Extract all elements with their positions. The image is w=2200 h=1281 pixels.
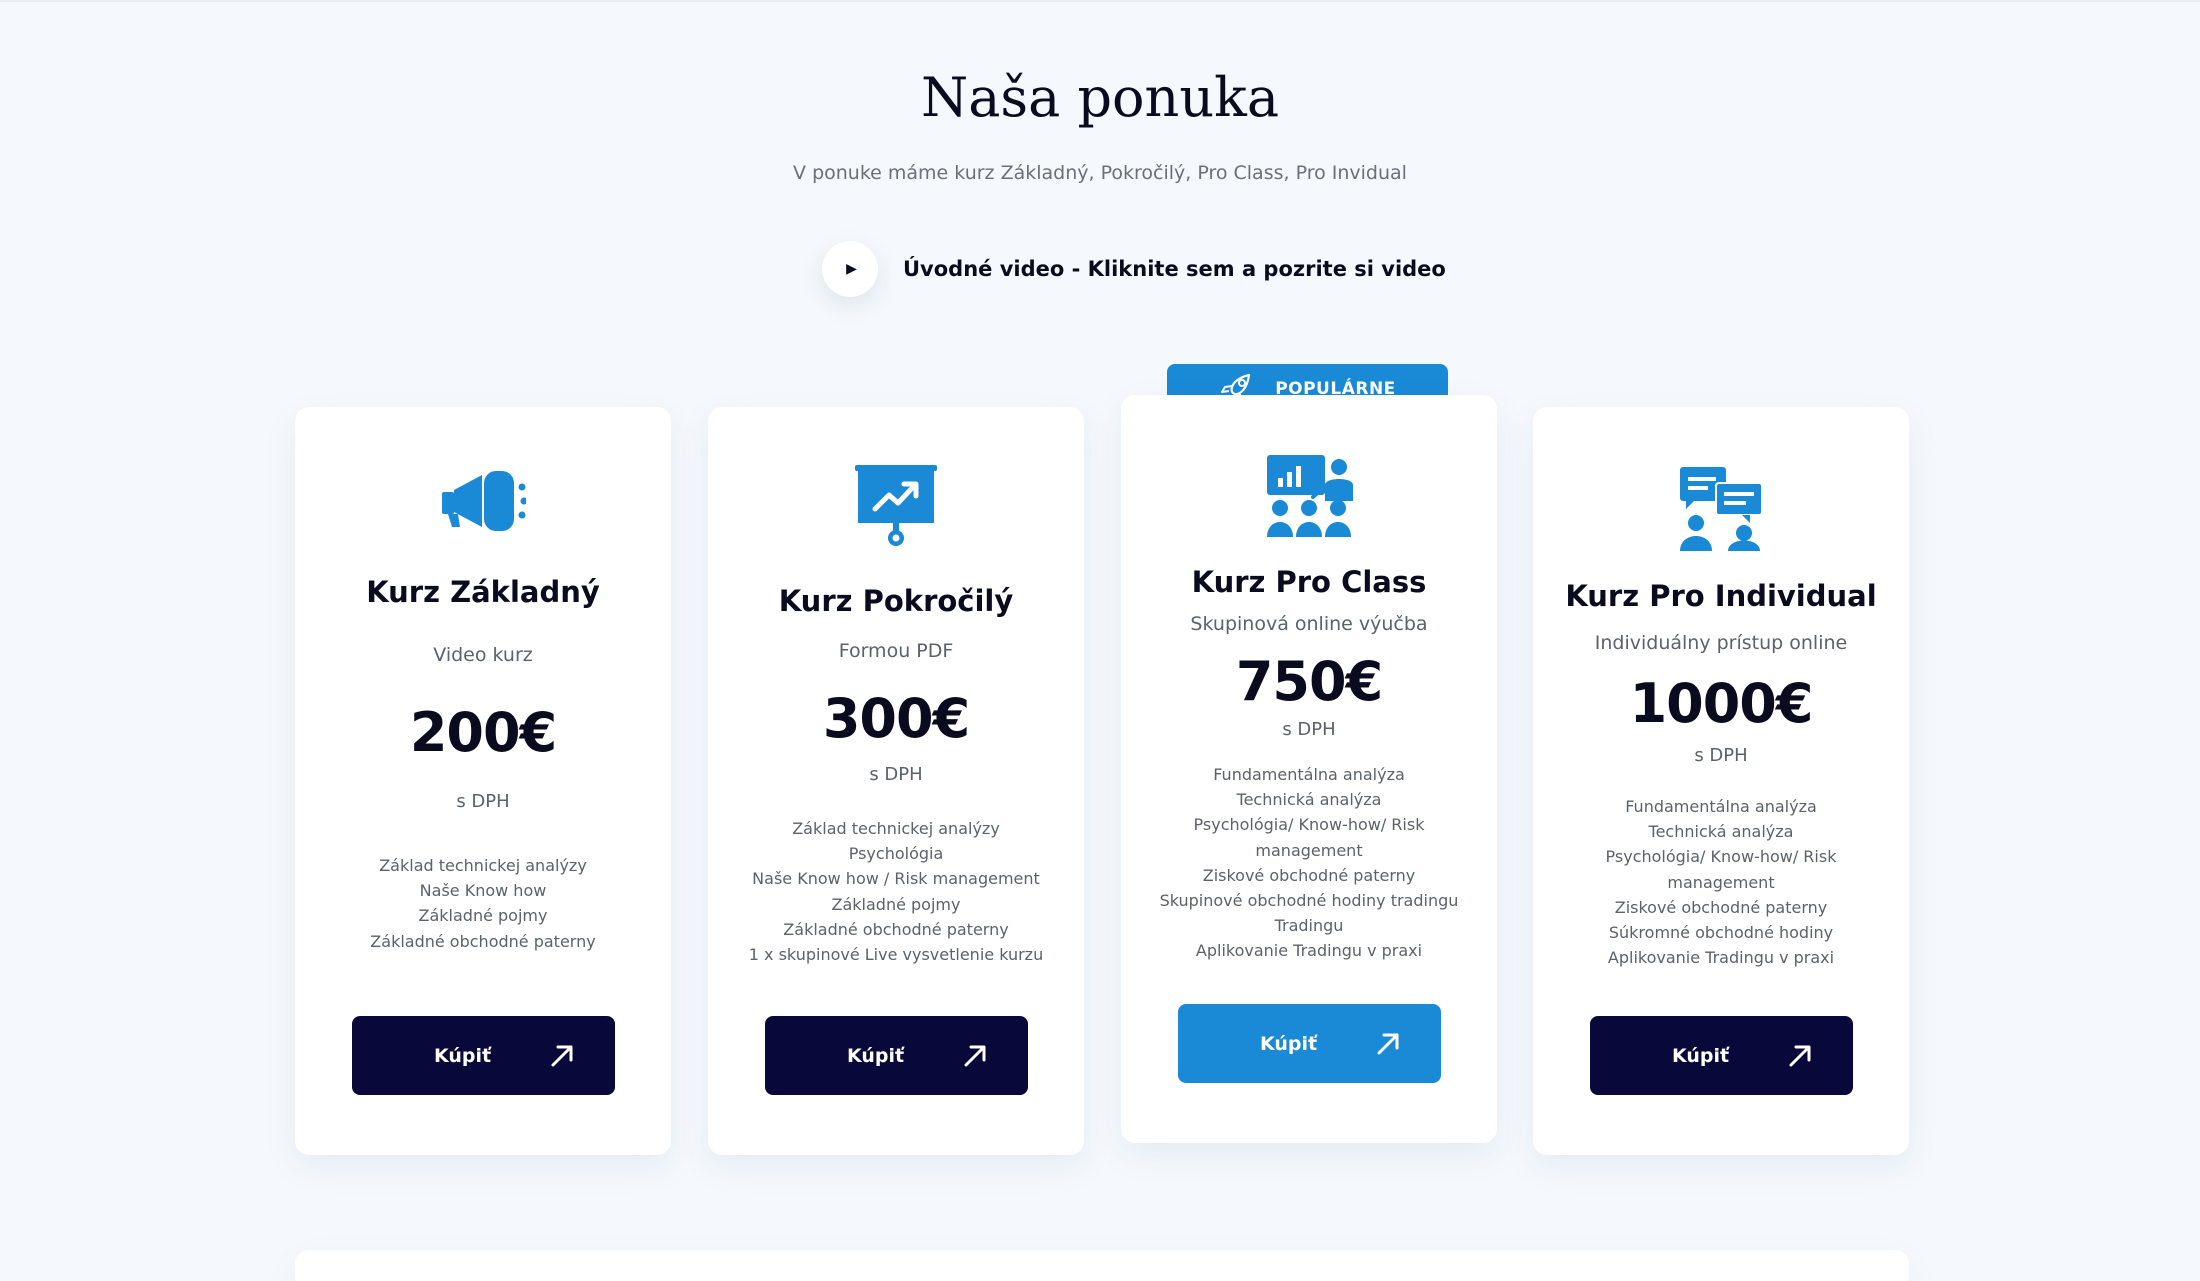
feature-item: Základ technickej analýzy	[792, 819, 1000, 838]
feature-list: Fundamentálna analýza Technická analýza …	[1121, 762, 1497, 964]
arrow-up-right-icon	[1375, 1031, 1401, 1057]
card-tax-note: s DPH	[1694, 745, 1748, 766]
buy-button-label: Kúpiť	[847, 1044, 905, 1067]
section-subtitle: V ponuke máme kurz Základný, Pokročilý, …	[793, 162, 1407, 184]
pricing-card-zakladny: Kurz Základný Video kurz 200€ s DPH Zákl…	[295, 407, 671, 1155]
arrow-up-right-icon	[1787, 1043, 1813, 1069]
card-subtitle: Skupinová online výučba	[1190, 613, 1428, 635]
buy-button-label: Kúpiť	[434, 1044, 492, 1067]
card-title: Kurz Pro Class	[1191, 565, 1427, 599]
pricing-card-pokrocily: Kurz Pokročilý Formou PDF 300€ s DPH Zák…	[708, 407, 1084, 1155]
buy-button-label: Kúpiť	[1672, 1044, 1730, 1067]
card-price: 200€	[409, 701, 557, 764]
card-title: Kurz Pro Individual	[1565, 579, 1877, 613]
card-price: 300€	[822, 687, 970, 750]
feature-item: Ziskové obchodné paterny	[1614, 897, 1828, 917]
buy-button-label: Kúpiť	[1260, 1032, 1318, 1055]
feature-item: Základ technickej analýzy	[379, 856, 587, 875]
pricing-card-pro-class: Kurz Pro Class Skupinová online výučba 7…	[1121, 395, 1497, 1143]
pricing-card-pro-individual: Kurz Pro Individual Individuálny prístup…	[1533, 407, 1909, 1155]
feature-list: Základ technickej analýzy Naše Know how …	[295, 853, 671, 954]
group-class-icon	[1267, 455, 1353, 537]
megaphone-icon	[442, 471, 526, 531]
card-tax-note: s DPH	[1282, 719, 1336, 740]
feature-item: Ziskové obchodné paterny	[1202, 865, 1416, 885]
feature-item: Základné obchodné paterny	[370, 931, 596, 951]
next-section-card	[295, 1250, 1909, 1281]
video-label: Úvodné video - Kliknite sem a pozrite si…	[903, 257, 1446, 281]
card-tax-note: s DPH	[456, 791, 510, 812]
card-subtitle: Formou PDF	[838, 640, 954, 662]
play-icon: ▶	[846, 261, 857, 277]
buy-button[interactable]: Kúpiť	[1590, 1016, 1853, 1095]
top-divider	[0, 0, 2200, 2]
feature-item: Aplikovanie Tradingu v praxi	[1195, 941, 1423, 961]
play-button[interactable]: ▶	[822, 241, 878, 297]
feature-item: Fundamentálna analýza	[1213, 765, 1405, 784]
feature-list: Základ technickej analýzy Psychológia Na…	[708, 816, 1084, 967]
feature-item: Psychológia	[848, 844, 944, 864]
section-title: Naša ponuka	[920, 66, 1280, 129]
card-tax-note: s DPH	[869, 764, 923, 785]
arrow-up-right-icon	[549, 1043, 575, 1069]
feature-item: Psychológia/ Know-how/ Risk management	[1193, 815, 1425, 860]
buy-button[interactable]: Kúpiť	[765, 1016, 1028, 1095]
buy-button[interactable]: Kúpiť	[1178, 1004, 1441, 1083]
feature-item: Technická analýza	[1648, 822, 1794, 842]
individual-chat-icon	[1680, 467, 1763, 551]
feature-item: Psychológia/ Know-how/ Risk management	[1605, 847, 1837, 892]
card-subtitle: Video kurz	[433, 644, 533, 666]
feature-item: Základné pojmy	[418, 906, 548, 926]
feature-item: Základné obchodné paterny	[783, 919, 1009, 939]
buy-button[interactable]: Kúpiť	[352, 1016, 615, 1095]
feature-item: 1 x skupinové Live vysvetlenie kurzu	[748, 945, 1044, 965]
feature-item: Skupinové obchodné hodiny tradingu Tradi…	[1159, 891, 1459, 936]
feature-item: Súkromné obchodné hodiny	[1608, 923, 1834, 943]
feature-item: Naše Know how	[419, 881, 547, 901]
feature-item: Aplikovanie Tradingu v praxi	[1607, 948, 1835, 968]
card-title: Kurz Pokročilý	[778, 584, 1014, 618]
feature-item: Naše Know how / Risk management	[752, 869, 1040, 889]
arrow-up-right-icon	[962, 1043, 988, 1069]
card-price: 750€	[1235, 650, 1383, 713]
presentation-chart-icon	[855, 465, 937, 546]
intro-video-link[interactable]: ▶ Úvodné video - Kliknite sem a pozrite …	[822, 241, 1446, 297]
card-price: 1000€	[1629, 672, 1814, 735]
feature-item: Technická analýza	[1236, 790, 1382, 810]
card-title: Kurz Základný	[366, 575, 600, 609]
feature-item: Základné pojmy	[831, 894, 961, 914]
feature-list: Fundamentálna analýza Technická analýza …	[1533, 794, 1909, 970]
card-subtitle: Individuálny prístup online	[1594, 632, 1848, 654]
feature-item: Fundamentálna analýza	[1625, 797, 1817, 816]
